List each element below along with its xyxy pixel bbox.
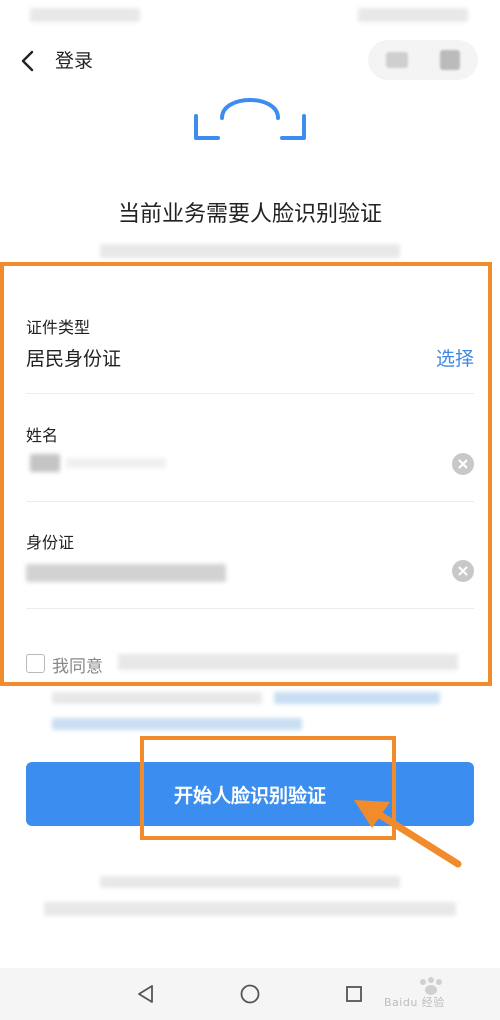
back-arrow-icon[interactable] [18,48,40,74]
system-nav-bar: Baidu 经验 [0,968,500,1020]
watermark-text: Baidu 经验 [384,996,445,1009]
agreement-link-redacted[interactable] [52,718,302,730]
subtitle-redacted [100,244,400,258]
header-title: 登录 [55,50,94,72]
highlight-box-form [0,262,492,686]
agreement-text-redacted [52,692,262,704]
page-title: 当前业务需要人脸识别验证 [117,202,382,227]
status-bar-icons [358,8,468,22]
agreement-link-redacted[interactable] [274,692,440,704]
face-scan-icon [194,98,306,140]
footer-text-redacted [100,876,400,888]
more-icon[interactable] [386,52,408,68]
highlight-arrow-icon [354,800,462,868]
mini-program-capsule[interactable] [368,40,478,80]
watermark: Baidu 经验 [384,976,474,1012]
status-bar-time [30,8,140,22]
nav-home-icon[interactable] [238,982,262,1006]
close-capsule-icon[interactable] [440,50,460,70]
nav-recents-icon[interactable] [342,982,366,1006]
footer-text-redacted [44,902,456,916]
nav-back-icon[interactable] [134,982,158,1006]
paw-logo-icon [420,977,442,995]
